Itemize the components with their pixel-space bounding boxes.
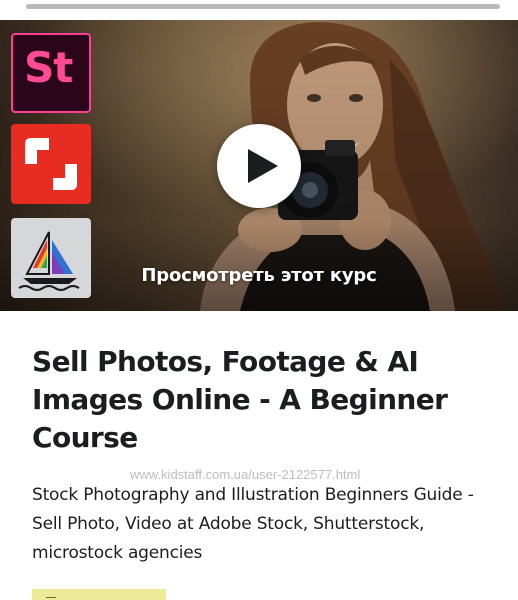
course-title: Sell Photos, Footage & AI Images Online … (32, 345, 448, 454)
play-button[interactable] (217, 124, 301, 208)
preview-course-label[interactable]: Просмотреть этот курс (0, 265, 518, 286)
watermark: www.kidstaff.com.ua/user-2122577.html (130, 467, 361, 482)
course-badge (32, 589, 166, 600)
top-scrollbar[interactable] (26, 4, 500, 9)
course-page: St Просмотреть этот курс Sell Photos, Fo… (0, 0, 518, 600)
shutterstock-icon (11, 124, 91, 204)
course-preview[interactable]: St Просмотреть этот курс (0, 20, 518, 311)
course-subtitle: Stock Photography and Illustration Begin… (32, 485, 474, 563)
adobe-stock-icon: St (11, 33, 91, 113)
play-icon (246, 147, 280, 185)
badge-text (46, 597, 56, 598)
sailboat-icon (11, 218, 91, 298)
adobe-stock-label: St (24, 43, 73, 92)
